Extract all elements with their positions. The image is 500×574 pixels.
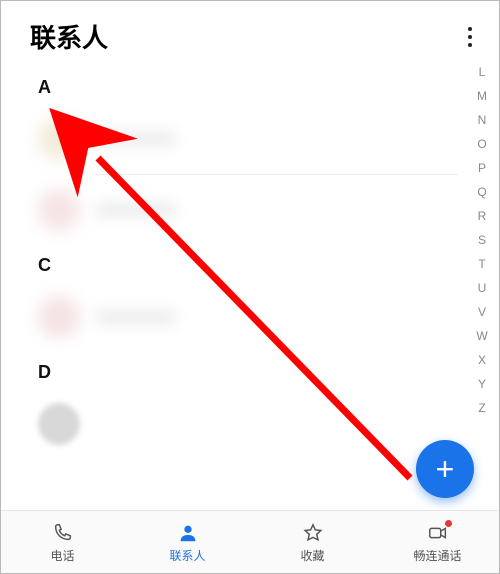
section-header: A	[0, 63, 500, 108]
nav-phone[interactable]: 电话	[0, 511, 125, 574]
index-letter[interactable]: S	[474, 230, 490, 250]
index-letter[interactable]: Q	[474, 182, 490, 202]
contact-name	[96, 130, 176, 148]
avatar	[38, 403, 80, 445]
index-letter[interactable]: L	[474, 62, 490, 82]
contact-row[interactable]	[0, 393, 500, 455]
index-letter[interactable]: R	[474, 206, 490, 226]
plus-icon: +	[436, 453, 455, 485]
index-letter[interactable]: P	[474, 158, 490, 178]
nav-label: 电话	[50, 547, 74, 564]
index-letter[interactable]: Y	[474, 374, 490, 394]
video-icon	[426, 521, 450, 545]
contact-row[interactable]	[0, 286, 500, 348]
nav-meettime[interactable]: 畅连通话	[375, 511, 500, 574]
index-letter[interactable]: U	[474, 278, 490, 298]
nav-label: 收藏	[300, 547, 324, 564]
contacts-icon	[176, 521, 200, 545]
nav-label: 畅连通话	[413, 547, 461, 564]
avatar	[38, 189, 80, 231]
index-letter[interactable]: M	[474, 86, 490, 106]
index-letter[interactable]: Z	[474, 398, 490, 418]
index-letter[interactable]: W	[474, 326, 490, 346]
nav-contacts[interactable]: 联系人	[125, 511, 250, 574]
section-header: D	[0, 348, 500, 393]
page-title: 联系人	[30, 18, 108, 55]
nav-label: 联系人	[169, 547, 205, 564]
star-icon	[301, 521, 325, 545]
divider	[96, 174, 458, 175]
nav-favorites[interactable]: 收藏	[250, 511, 375, 574]
avatar	[38, 118, 80, 160]
index-letter[interactable]: N	[474, 110, 490, 130]
index-letter[interactable]: X	[474, 350, 490, 370]
phone-icon	[51, 521, 75, 545]
section-header: C	[0, 241, 500, 286]
badge-dot	[445, 520, 452, 527]
more-menu-icon[interactable]	[462, 21, 478, 53]
index-letter[interactable]: T	[474, 254, 490, 274]
alpha-index[interactable]: L M N O P Q R S T U V W X Y Z	[474, 62, 490, 418]
contacts-list: A C D	[0, 63, 500, 493]
avatar	[38, 296, 80, 338]
contact-row[interactable]	[0, 108, 500, 170]
index-letter[interactable]: V	[474, 302, 490, 322]
index-letter[interactable]: O	[474, 134, 490, 154]
contact-name	[96, 308, 176, 326]
contact-row[interactable]	[0, 179, 500, 241]
bottom-nav: 电话 联系人 收藏 畅连通话	[0, 510, 500, 574]
header: 联系人	[0, 0, 500, 63]
contact-name	[96, 201, 176, 219]
add-contact-button[interactable]: +	[416, 440, 474, 498]
